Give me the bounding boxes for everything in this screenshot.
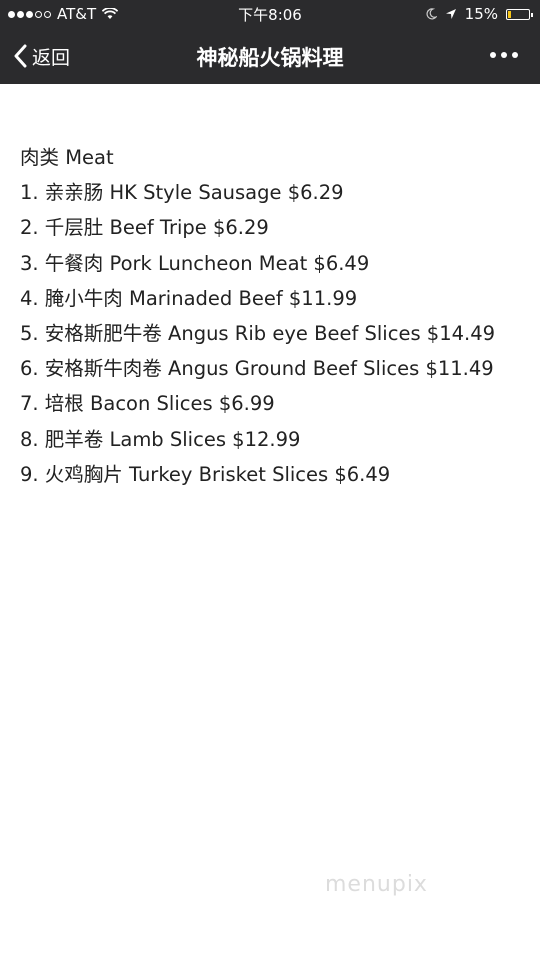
page-title: 神秘船火锅料理: [196, 46, 344, 70]
status-right: 15%: [425, 4, 533, 24]
location-arrow-icon: [445, 9, 456, 19]
battery-percent: 15%: [464, 5, 498, 23]
menu-item: 4. 腌小牛肉 Marinaded Beef $11.99: [20, 286, 358, 310]
moon-icon: [426, 8, 437, 20]
menu-item: 1. 亲亲肠 HK Style Sausage $6.29: [20, 181, 344, 205]
menu-item: 2. 千层肚 Beef Tripe $6.29: [20, 216, 269, 240]
menu-item: 8. 肥羊卷 Lamb Slices $12.99: [20, 427, 301, 451]
menu-item: 6. 安格斯牛肉卷 Angus Ground Beef Slices $11.4…: [20, 357, 494, 381]
navigation-bar: 返回 神秘船火锅料理: [0, 28, 540, 84]
battery-level-fill: [508, 10, 511, 18]
status-bar: AT&T 下午8:06 15%: [0, 0, 540, 28]
battery-icon: [506, 8, 533, 20]
menu-content: 肉类 Meat 1. 亲亲肠 HK Style Sausage $6.29 2.…: [20, 140, 530, 492]
menu-item: 7. 培根 Bacon Slices $6.99: [20, 392, 275, 416]
menu-item: 3. 午餐肉 Pork Luncheon Meat $6.49: [20, 251, 370, 275]
menu-item: 5. 安格斯肥牛卷 Angus Rib eye Beef Slices $14.…: [20, 322, 496, 346]
menu-item: 9. 火鸡胸片 Turkey Brisket Slices $6.49: [20, 462, 391, 486]
menu-heading: 肉类 Meat: [20, 146, 114, 169]
watermark: menupix: [325, 872, 428, 897]
more-dots-icon: [490, 52, 496, 58]
more-button[interactable]: [490, 48, 518, 62]
